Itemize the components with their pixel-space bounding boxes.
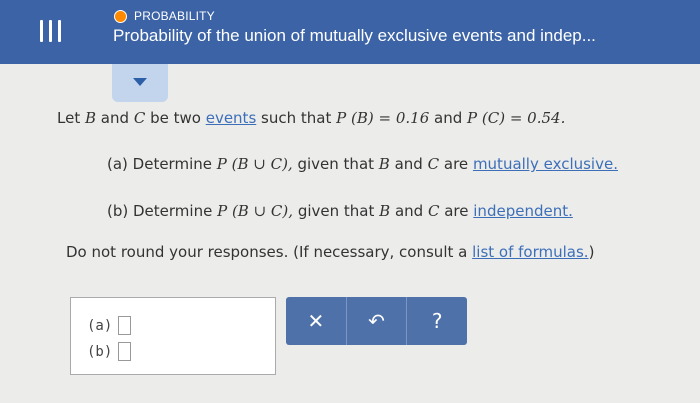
probability-c: P (C) = 0.54. [467,109,566,127]
answer-label-b: (b) [87,343,113,360]
part-b-text: (b) Determine P (B ∪ C), given that B an… [107,202,573,220]
undo-button[interactable]: ↶ [345,297,407,345]
events-link[interactable]: events [206,109,257,127]
chevron-down-icon [133,78,147,86]
answer-input-b[interactable] [118,342,132,361]
collapse-tab[interactable] [112,64,168,102]
rounding-note: Do not round your responses. (If necessa… [66,243,595,261]
independent-link[interactable]: independent. [473,202,573,220]
answer-toolbar: ✕ ↶ ? [286,297,467,345]
mutually-exclusive-link[interactable]: mutually exclusive. [473,155,618,173]
probability-b: P (B) = 0.16 [336,109,430,127]
section-dot-icon [114,9,127,23]
help-button[interactable]: ? [406,297,467,345]
page-title: Probability of the union of mutually exc… [113,26,596,45]
answer-row-a: (a) [87,316,132,335]
clear-button[interactable]: ✕ [286,297,346,345]
answer-label-a: (a) [87,317,113,334]
part-a-text: (a) Determine P (B ∪ C), given that B an… [107,155,618,173]
close-icon: ✕ [307,309,325,333]
problem-intro: Let B and C be two events such that P (B… [57,109,566,127]
answer-input-a[interactable] [118,316,132,335]
list-of-formulas-link[interactable]: list of formulas. [472,243,588,261]
answer-box: (a) (b) [70,297,276,375]
section-row: PROBABILITY [114,8,215,24]
header-bar: PROBABILITY Probability of the union of … [0,0,700,64]
menu-icon[interactable] [40,20,62,42]
help-icon: ? [431,309,443,333]
section-label: PROBABILITY [134,9,215,23]
undo-icon: ↶ [368,309,385,333]
answer-row-b: (b) [87,342,132,361]
